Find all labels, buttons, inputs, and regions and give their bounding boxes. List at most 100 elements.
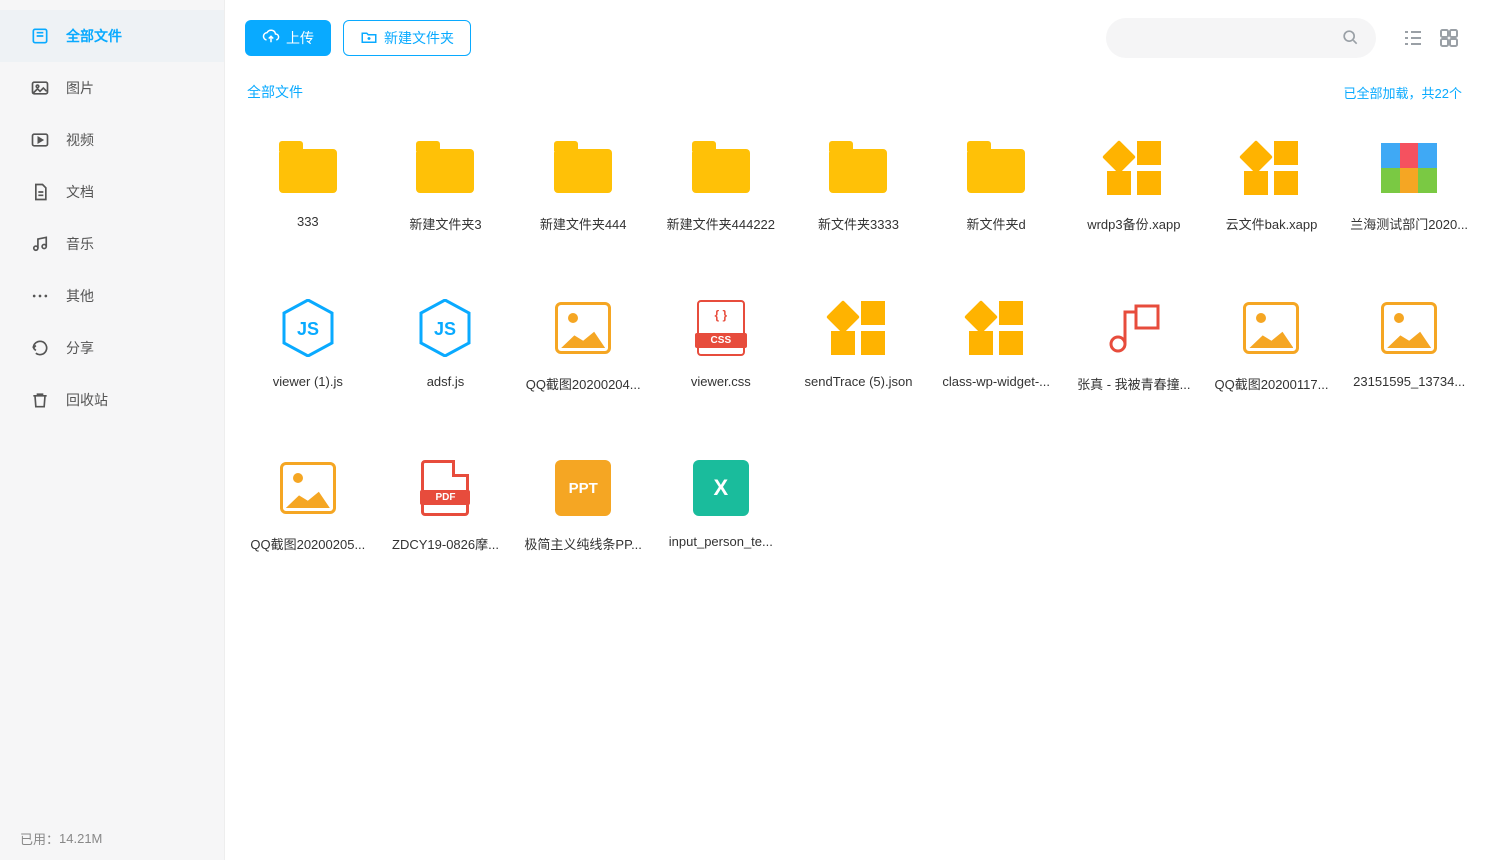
file-item[interactable]: 张真 - 我被青春撞... (1065, 278, 1203, 438)
xapp-icon (1107, 141, 1161, 195)
sidebar-item-label: 全部文件 (66, 26, 122, 46)
folder-icon (967, 149, 1025, 193)
svg-text:JS: JS (434, 319, 456, 339)
new-folder-button-label: 新建文件夹 (384, 28, 454, 48)
sidebar-item-video[interactable]: 视频 (0, 114, 224, 166)
storage-used-label: 已用： (20, 829, 59, 848)
file-name: 新建文件夹444 (540, 214, 627, 233)
file-icon-wrap (276, 136, 340, 200)
folder-icon (279, 149, 337, 193)
file-icon-wrap (1102, 296, 1166, 360)
file-item[interactable]: 新建文件夹444 (514, 118, 652, 278)
file-icon-wrap (1239, 136, 1303, 200)
file-name: input_person_te... (669, 534, 773, 549)
image-file-icon (1381, 302, 1437, 354)
file-icon-wrap (551, 136, 615, 200)
file-item[interactable]: ZDCY19-0826摩... (377, 438, 515, 598)
file-name: 新文件夹3333 (818, 214, 899, 233)
folder-icon (554, 149, 612, 193)
file-item[interactable]: wrdp3备份.xapp (1065, 118, 1203, 278)
file-icon-wrap (276, 456, 340, 520)
file-name: QQ截图20200205... (250, 534, 365, 553)
sidebar-item-trash[interactable]: 回收站 (0, 374, 224, 426)
css-icon (697, 300, 745, 356)
file-icon-wrap (964, 296, 1028, 360)
search-box[interactable] (1106, 18, 1376, 58)
file-item[interactable]: QQ截图20200117... (1203, 278, 1341, 438)
sidebar-item-label: 分享 (66, 338, 94, 358)
list-view-button[interactable] (1400, 25, 1426, 51)
main-area: 上传 新建文件夹 全部文件 已全部加载，共22个 333新建文件夹3 (225, 0, 1492, 860)
document-icon (30, 182, 50, 202)
file-item[interactable]: 23151595_13734... (1340, 278, 1478, 438)
file-icon-wrap: PPT (551, 456, 615, 520)
sidebar-list: 全部文件 图片 视频 文档 音乐 (0, 0, 224, 816)
sidebar-item-label: 回收站 (66, 390, 108, 410)
file-item[interactable]: QQ截图20200204... (514, 278, 652, 438)
breadcrumb-root[interactable]: 全部文件 (247, 82, 303, 102)
share-icon (30, 338, 50, 358)
file-item[interactable]: 云文件bak.xapp (1203, 118, 1341, 278)
file-icon-wrap (1377, 296, 1441, 360)
search-icon (1340, 27, 1360, 50)
file-name: 23151595_13734... (1353, 374, 1465, 389)
file-item[interactable]: JS adsf.js (377, 278, 515, 438)
file-item[interactable]: PPT 极简主义纯线条PP... (514, 438, 652, 598)
new-folder-button[interactable]: 新建文件夹 (343, 20, 471, 56)
image-file-icon (280, 462, 336, 514)
js-icon: JS (282, 299, 334, 357)
file-item[interactable]: JSviewer (1).js (239, 278, 377, 438)
file-item[interactable]: viewer.css (652, 278, 790, 438)
file-item[interactable]: sendTrace (5).json (790, 278, 928, 438)
file-icon-wrap (551, 296, 615, 360)
file-name: class-wp-widget-... (942, 374, 1050, 389)
file-icon-wrap (826, 136, 890, 200)
file-name: 云文件bak.xapp (1226, 214, 1318, 233)
file-grid: 333 新建文件夹3 新建文件夹444 新建文件夹444222 新文件夹3333 新文件夹… (225, 112, 1492, 860)
js-icon: JS (419, 299, 471, 357)
file-item[interactable]: QQ截图20200205... (239, 438, 377, 598)
grid-view-button[interactable] (1436, 25, 1462, 51)
file-name: 新建文件夹3 (409, 214, 481, 233)
file-item[interactable]: Xinput_person_te... (652, 438, 790, 598)
file-name: 极简主义纯线条PP... (524, 534, 642, 553)
sidebar-item-label: 视频 (66, 130, 94, 150)
folder-icon (692, 149, 750, 193)
file-icon-wrap (964, 136, 1028, 200)
ppt-icon: PPT (555, 460, 611, 516)
file-item[interactable]: 333 (239, 118, 377, 278)
search-input[interactable] (1122, 30, 1340, 46)
storage-usage: 已用： 14.21M (0, 816, 224, 860)
file-item[interactable]: 新建文件夹3 (377, 118, 515, 278)
sidebar-item-all-files[interactable]: 全部文件 (0, 10, 224, 62)
file-name: adsf.js (427, 374, 465, 389)
file-item[interactable]: class-wp-widget-... (927, 278, 1065, 438)
view-toggle (1400, 25, 1462, 51)
file-name: 新文件夹d (967, 214, 1026, 233)
sidebar-item-label: 文档 (66, 182, 94, 202)
sidebar-item-other[interactable]: 其他 (0, 270, 224, 322)
file-icon-wrap (1239, 296, 1303, 360)
file-item[interactable]: 新建文件夹444222 (652, 118, 790, 278)
trash-icon (30, 390, 50, 410)
all-files-icon (30, 26, 50, 46)
xls-icon: X (693, 460, 749, 516)
sidebar-item-images[interactable]: 图片 (0, 62, 224, 114)
sidebar-item-share[interactable]: 分享 (0, 322, 224, 374)
sidebar-item-docs[interactable]: 文档 (0, 166, 224, 218)
file-name: wrdp3备份.xapp (1087, 214, 1180, 233)
file-item[interactable]: 新文件夹d (927, 118, 1065, 278)
sidebar-item-label: 音乐 (66, 234, 94, 254)
file-icon-wrap: X (689, 456, 753, 520)
file-item[interactable]: 兰海测试部门2020... (1340, 118, 1478, 278)
upload-button[interactable]: 上传 (245, 20, 331, 56)
file-icon-wrap (689, 136, 753, 200)
file-name: 333 (297, 214, 319, 229)
image-file-icon (1243, 302, 1299, 354)
music-icon (30, 234, 50, 254)
sidebar-item-music[interactable]: 音乐 (0, 218, 224, 270)
video-icon (30, 130, 50, 150)
file-item[interactable]: 新文件夹3333 (790, 118, 928, 278)
file-name: viewer.css (691, 374, 751, 389)
other-icon (30, 286, 50, 306)
